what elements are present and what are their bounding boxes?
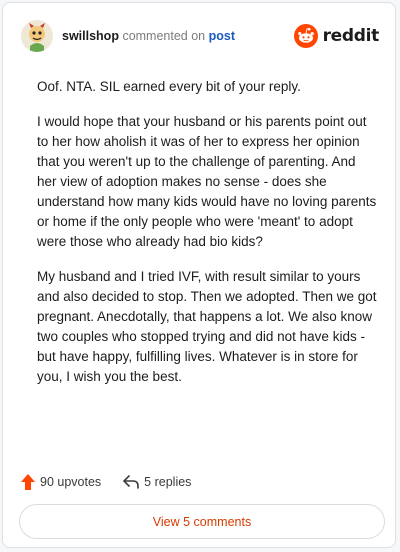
upvote-arrow-icon bbox=[21, 474, 35, 490]
reddit-wordmark: reddit bbox=[322, 26, 380, 46]
replies-count: 5 replies bbox=[144, 475, 192, 489]
comment-paragraph: I would hope that your husband or his pa… bbox=[37, 114, 377, 249]
comment-body: Oof. NTA. SIL earned every bit of your r… bbox=[37, 77, 377, 402]
comment-meta: swillshop commented on post bbox=[62, 29, 235, 43]
view-comments-button[interactable]: View 5 comments bbox=[19, 504, 385, 539]
upvote-button[interactable]: 90 upvotes bbox=[21, 474, 101, 490]
post-link[interactable]: post bbox=[209, 29, 235, 43]
reply-arrow-icon bbox=[123, 475, 139, 489]
replies-button[interactable]: 5 replies bbox=[123, 475, 191, 489]
comment-paragraph: My husband and I tried IVF, with result … bbox=[37, 269, 377, 384]
reddit-logo[interactable]: reddit bbox=[293, 24, 380, 48]
avatar-icon[interactable] bbox=[21, 20, 53, 52]
reddit-logo-icon bbox=[293, 24, 318, 48]
comment-actions: 90 upvotes 5 replies bbox=[21, 473, 191, 491]
comment-paragraph: Oof. NTA. SIL earned every bit of your r… bbox=[37, 79, 301, 94]
comment-card: swillshop commented on post reddit Oof. … bbox=[2, 2, 396, 548]
commented-on-text: commented on bbox=[122, 29, 206, 43]
username-link[interactable]: swillshop bbox=[62, 29, 119, 43]
upvote-count: 90 upvotes bbox=[40, 475, 102, 489]
comment-header: swillshop commented on post reddit bbox=[21, 20, 379, 52]
